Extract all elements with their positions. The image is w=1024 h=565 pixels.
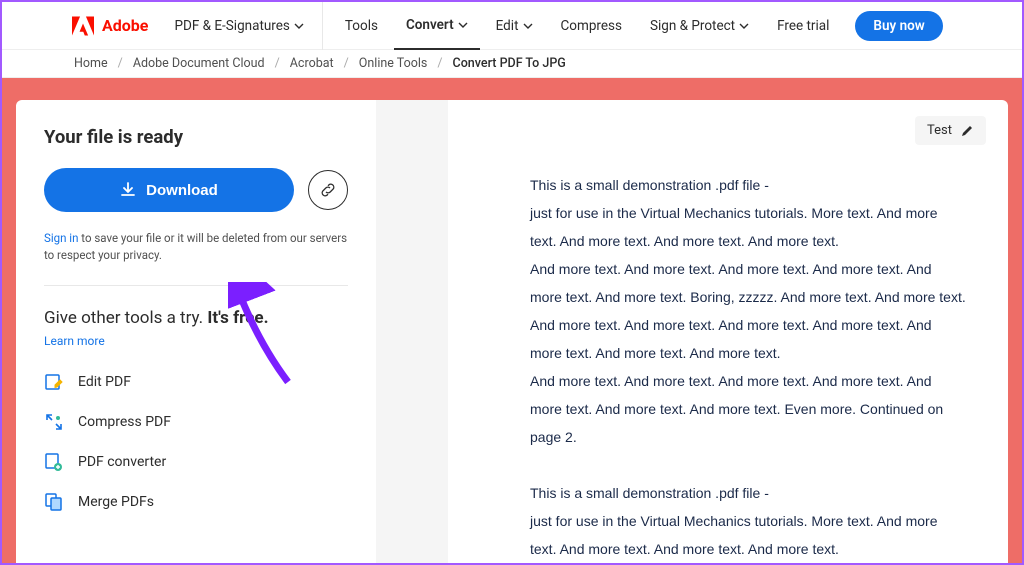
nav-pdf-esignatures[interactable]: PDF & E-Signatures (162, 2, 322, 50)
download-button[interactable]: Download (44, 168, 294, 212)
filename-chip[interactable]: Test (915, 116, 986, 145)
adobe-logo[interactable]: Adobe (72, 16, 148, 36)
signin-link[interactable]: Sign in (44, 231, 78, 245)
download-row: Download (44, 168, 348, 212)
breadcrumb-home[interactable]: Home (74, 56, 108, 71)
nav-edit[interactable]: Edit (484, 2, 545, 50)
panel-title: Your file is ready (44, 126, 348, 148)
breadcrumb-online[interactable]: Online Tools (359, 56, 428, 71)
copy-link-button[interactable] (308, 170, 348, 210)
pencil-icon (960, 124, 974, 138)
stage: Your file is ready Download Sign in to s… (2, 78, 1022, 563)
buy-now-button[interactable]: Buy now (855, 11, 942, 41)
tool-pdf-converter[interactable]: PDF converter (44, 452, 348, 472)
nav-sign-protect[interactable]: Sign & Protect (638, 2, 761, 50)
chevron-down-icon (294, 21, 304, 31)
merge-pdfs-icon (44, 492, 64, 512)
divider (44, 285, 348, 286)
chevron-down-icon (739, 21, 749, 31)
learn-more-link[interactable]: Learn more (44, 334, 348, 348)
nav-free-trial[interactable]: Free trial (765, 2, 841, 50)
tool-merge-pdfs[interactable]: Merge PDFs (44, 492, 348, 512)
breadcrumb-current: Convert PDF To JPG (453, 56, 566, 71)
panel-gutter (376, 100, 448, 563)
tool-list: Edit PDF Compress PDF PDF converter Merg… (44, 372, 348, 512)
breadcrumb-cloud[interactable]: Adobe Document Cloud (133, 56, 265, 71)
result-panel: Your file is ready Download Sign in to s… (16, 100, 376, 563)
document-preview: This is a small demonstration .pdf file … (470, 171, 986, 563)
tool-compress-pdf[interactable]: Compress PDF (44, 412, 348, 432)
brand-label: Adobe (102, 16, 148, 35)
adobe-logo-icon (72, 16, 94, 36)
breadcrumb-acrobat[interactable]: Acrobat (290, 56, 334, 71)
chevron-down-icon (523, 21, 533, 31)
tool-edit-pdf[interactable]: Edit PDF (44, 372, 348, 392)
pdf-converter-icon (44, 452, 64, 472)
nav-compress[interactable]: Compress (549, 2, 634, 50)
nav-convert[interactable]: Convert (394, 2, 480, 50)
breadcrumb: Home/ Adobe Document Cloud/ Acrobat/ Onl… (2, 50, 1022, 78)
edit-pdf-icon (44, 372, 64, 392)
preview-panel: Test This is a small demonstration .pdf … (448, 100, 1008, 563)
compress-pdf-icon (44, 412, 64, 432)
chevron-down-icon (458, 20, 468, 30)
top-nav: Adobe PDF & E-Signatures Tools Convert E… (2, 2, 1022, 50)
nav-tools[interactable]: Tools (333, 2, 390, 50)
download-icon (120, 182, 136, 198)
signin-note: Sign in to save your file or it will be … (44, 230, 348, 265)
promo-text: Give other tools a try. It's free. (44, 308, 348, 328)
link-icon (319, 181, 337, 199)
